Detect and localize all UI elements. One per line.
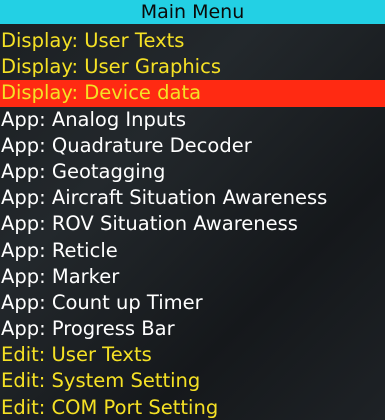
menu-item-app-reticle[interactable]: App: Reticle — [0, 238, 385, 264]
menu-item-app-progress-bar[interactable]: App: Progress Bar — [0, 316, 385, 342]
menu-item-app-quadrature-decoder[interactable]: App: Quadrature Decoder — [0, 133, 385, 159]
menu-item-display-user-graphics[interactable]: Display: User Graphics — [0, 54, 385, 80]
menu-item-app-marker[interactable]: App: Marker — [0, 264, 385, 290]
menu-item-app-geotagging[interactable]: App: Geotagging — [0, 159, 385, 185]
menu-item-display-device-data[interactable]: Display: Device data — [0, 80, 385, 107]
menu-item-edit-user-texts[interactable]: Edit: User Texts — [0, 342, 385, 368]
menu-item-app-analog-inputs[interactable]: App: Analog Inputs — [0, 107, 385, 133]
menu-item-app-rov-situation-awareness[interactable]: App: ROV Situation Awareness — [0, 211, 385, 237]
osd-screen: Main Menu Display: User Texts Display: U… — [0, 0, 385, 420]
main-menu-title: Main Menu — [0, 0, 385, 24]
menu-item-app-aircraft-situation-awareness[interactable]: App: Aircraft Situation Awareness — [0, 185, 385, 211]
menu-item-app-count-up-timer[interactable]: App: Count up Timer — [0, 290, 385, 316]
main-menu-list: Display: User Texts Display: User Graphi… — [0, 28, 385, 420]
menu-item-edit-system-setting[interactable]: Edit: System Setting — [0, 368, 385, 394]
menu-item-edit-com-port-setting[interactable]: Edit: COM Port Setting — [0, 395, 385, 420]
menu-item-display-user-texts[interactable]: Display: User Texts — [0, 28, 385, 54]
